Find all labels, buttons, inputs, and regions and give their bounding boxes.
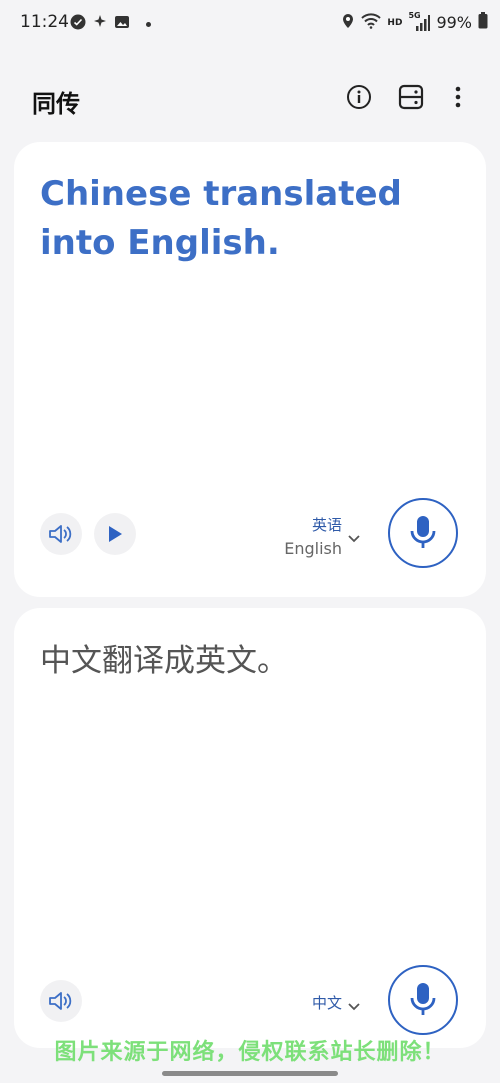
- signal-icon: 5G: [408, 11, 431, 31]
- source-speaker-button[interactable]: [40, 980, 82, 1022]
- info-button[interactable]: [344, 82, 374, 112]
- source-mic-button[interactable]: [388, 965, 458, 1035]
- battery-icon: [478, 12, 488, 33]
- status-bar: 11:24 HD 5G 99%: [0, 0, 500, 46]
- location-icon: [341, 13, 355, 33]
- translation-language-primary: 英语: [311, 516, 342, 534]
- microphone-icon: [410, 983, 436, 1015]
- play-icon: [109, 526, 122, 542]
- source-language-selector[interactable]: 中文: [284, 992, 342, 1013]
- play-button[interactable]: [94, 513, 136, 555]
- app-notification-icon: [70, 14, 86, 34]
- speaker-icon: [49, 992, 72, 1010]
- source-card: 中文翻译成英文。 中文: [14, 608, 486, 1048]
- more-notifications-dot: [146, 21, 151, 27]
- sparkle-icon: [92, 14, 108, 34]
- gallery-icon: [114, 14, 130, 34]
- split-screen-button[interactable]: [396, 82, 426, 112]
- hd-label: HD: [387, 17, 403, 28]
- home-indicator[interactable]: [162, 1071, 338, 1076]
- translation-language-selector[interactable]: 英语 English: [264, 514, 342, 558]
- page-title: 同传: [32, 90, 80, 118]
- notification-icons: [70, 14, 151, 34]
- microphone-icon: [410, 516, 436, 548]
- chevron-down-icon[interactable]: [348, 528, 360, 547]
- split-screen-icon: [398, 84, 424, 110]
- translation-language-secondary: English: [284, 539, 342, 558]
- source-language: 中文: [311, 994, 342, 1012]
- translated-text: Chinese translated into English.: [40, 174, 402, 263]
- source-text: 中文翻译成英文。: [40, 643, 288, 679]
- translation-card: Chinese translated into English. 英语 Engl…: [14, 142, 486, 597]
- status-time: 11:24: [20, 12, 69, 32]
- wifi-icon: [361, 12, 382, 33]
- more-options-button[interactable]: [443, 82, 473, 112]
- translation-mic-button[interactable]: [388, 498, 458, 568]
- more-vert-icon: [455, 86, 461, 108]
- app-bar: 同传: [0, 70, 500, 130]
- system-icons: HD 5G 99%: [341, 11, 488, 33]
- info-icon: [347, 85, 371, 109]
- translation-speaker-button[interactable]: [40, 513, 82, 555]
- speaker-icon: [49, 525, 72, 543]
- chevron-down-icon[interactable]: [348, 996, 360, 1015]
- battery-percent: 99%: [436, 13, 472, 32]
- watermark-text: 图片来源于网络，侵权联系站长删除！: [54, 1040, 446, 1065]
